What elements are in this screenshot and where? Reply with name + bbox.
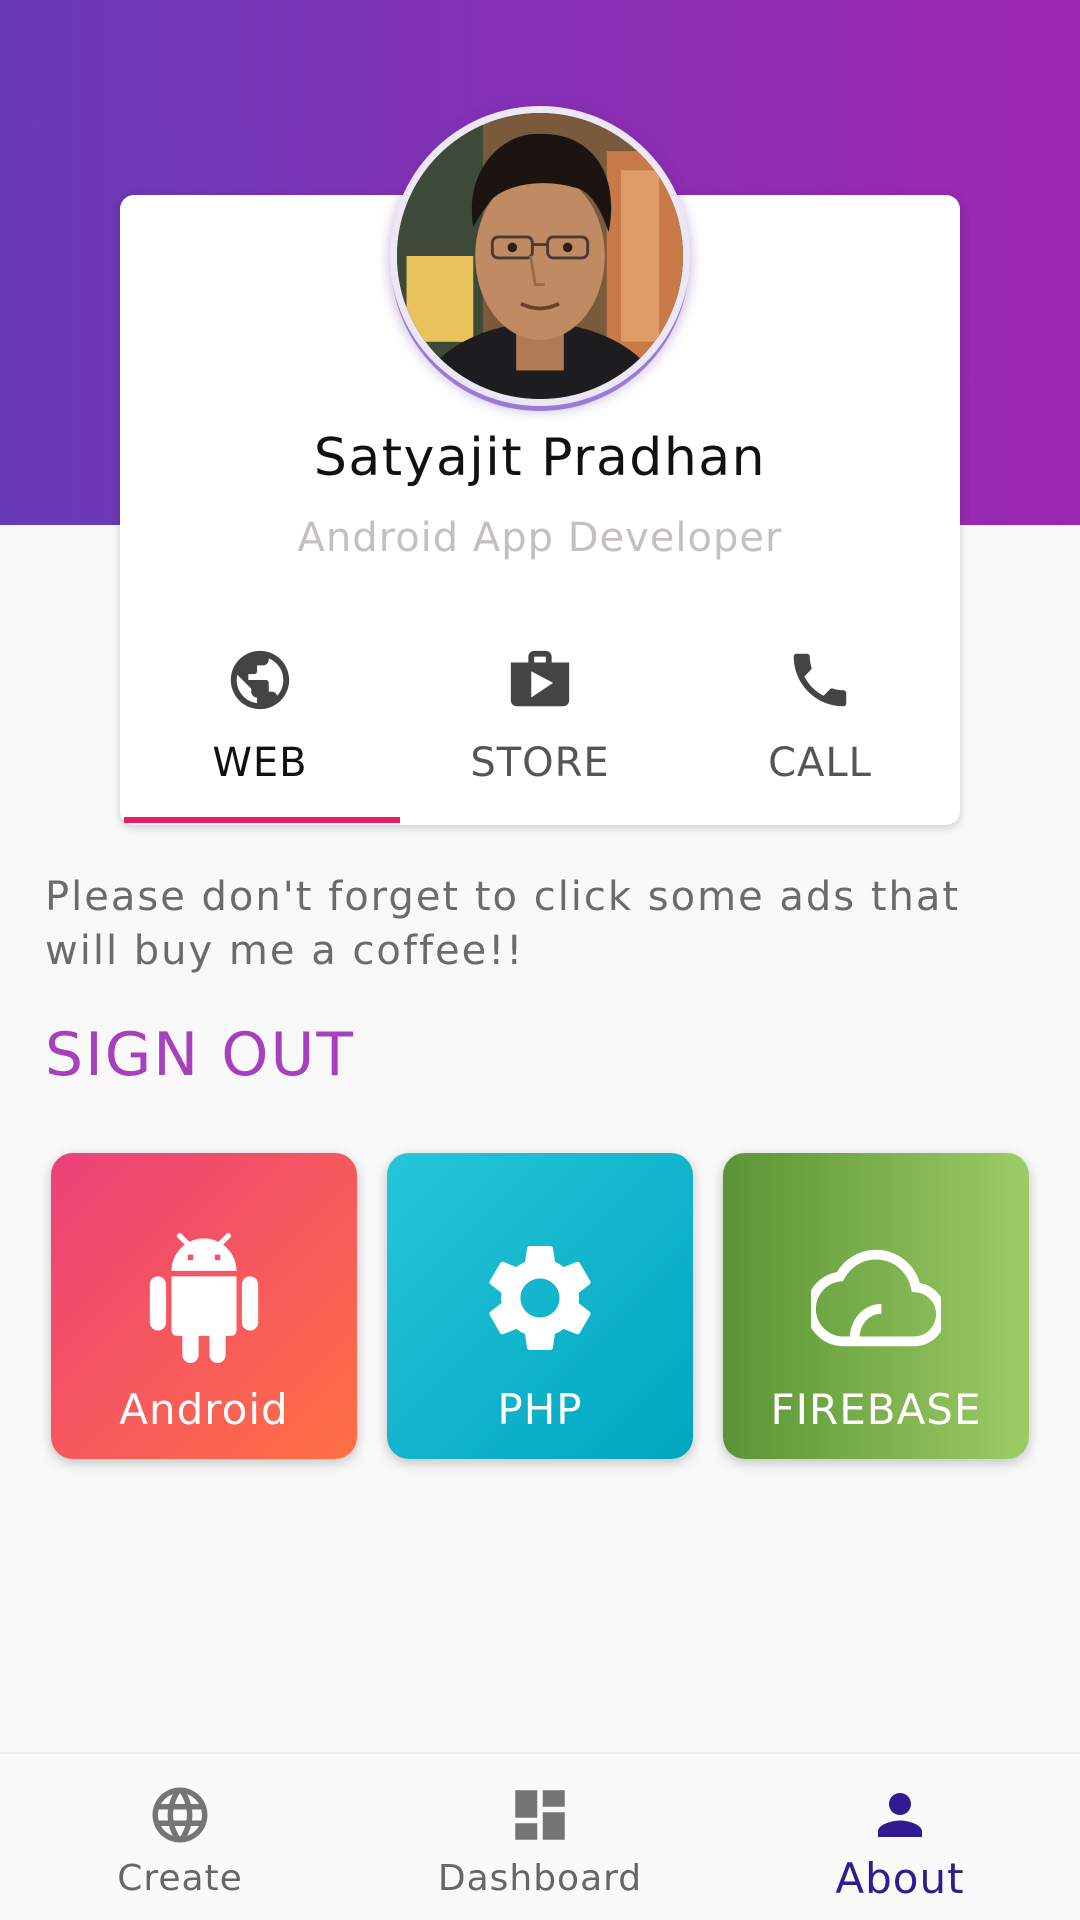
contact-tabs: WEB STORE CALL	[120, 630, 960, 825]
tile-php[interactable]: PHP	[387, 1153, 693, 1459]
about-screen: WEB STORE CALL Satyajit Pradhan Android …	[0, 0, 1080, 1920]
cloud-icon	[811, 1249, 941, 1347]
tab-store-label: STORE	[470, 740, 610, 786]
tile-android[interactable]: Android	[51, 1153, 357, 1459]
nav-dashboard[interactable]: Dashboard	[360, 1754, 720, 1920]
nav-create-label: Create	[117, 1858, 243, 1899]
profile-photo	[397, 113, 683, 399]
tab-store[interactable]: STORE	[400, 630, 680, 825]
shop-icon	[510, 650, 570, 707]
tile-php-label: PHP	[497, 1385, 583, 1434]
tab-indicator	[124, 817, 400, 823]
globe-icon	[152, 1787, 208, 1843]
dashboard-icon	[515, 1790, 565, 1840]
avatar	[390, 106, 690, 406]
tab-call-label: CALL	[768, 740, 872, 786]
nav-dashboard-label: Dashboard	[437, 1858, 643, 1899]
tile-android-label: Android	[119, 1385, 289, 1434]
ads-message: Please don't forget to click some ads th…	[45, 874, 961, 974]
sign-out-button[interactable]: SIGN OUT	[45, 1020, 355, 1090]
nav-about-label: About	[835, 1854, 965, 1903]
profile-name: Satyajit Pradhan	[313, 428, 767, 488]
gear-icon	[489, 1246, 591, 1350]
android-icon	[149, 1233, 259, 1363]
person-icon	[878, 1793, 922, 1837]
bottom-navigation: Create Dashboard About	[0, 1752, 1080, 1920]
profile-role: Android App Developer	[297, 515, 783, 561]
globe-icon	[230, 650, 290, 710]
tab-call[interactable]: CALL	[680, 630, 960, 825]
tile-firebase[interactable]: FIREBASE	[723, 1153, 1029, 1459]
phone-icon	[793, 653, 847, 707]
tab-web-label: WEB	[212, 740, 308, 786]
tile-firebase-label: FIREBASE	[770, 1385, 982, 1434]
nav-create[interactable]: Create	[0, 1754, 360, 1920]
tab-web[interactable]: WEB	[120, 630, 400, 825]
nav-about[interactable]: About	[720, 1754, 1080, 1920]
